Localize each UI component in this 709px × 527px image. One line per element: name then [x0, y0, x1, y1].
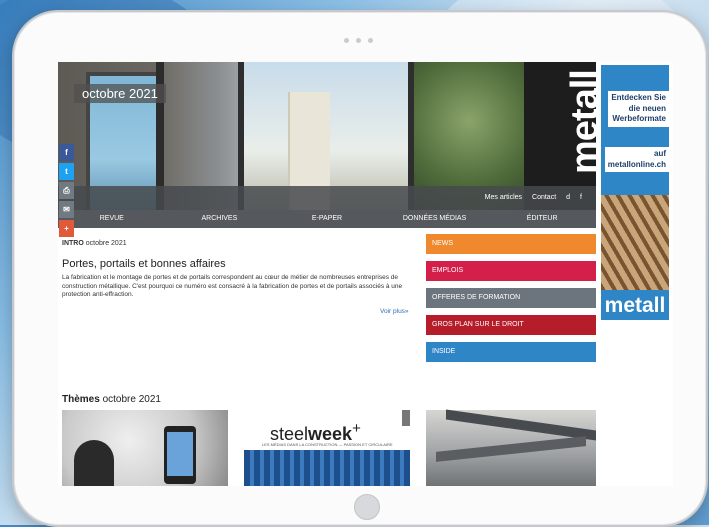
nav-item-archives[interactable]: ARCHIVES [166, 210, 274, 228]
article-summary: La fabrication et le montage de portes e… [62, 274, 403, 298]
plus-icon[interactable]: + [59, 220, 74, 237]
metall-logo[interactable]: metall [564, 70, 596, 174]
menu-training[interactable]: OFFERES DE FORMATION [426, 288, 596, 308]
read-more-link[interactable]: Voir plus» [380, 308, 409, 315]
ad-brand-logo: metall [601, 291, 669, 320]
ad-text: metallonline.ch [607, 159, 666, 169]
menu-law[interactable]: GROS PLAN SUR LE DROIT [426, 315, 596, 335]
ad-text: Entdecken Sie [611, 93, 666, 102]
website-screen: metall octobre 2021 Mes articles Contact… [58, 62, 673, 486]
contact-link[interactable]: Contact [532, 194, 556, 201]
hero-banner: metall octobre 2021 Mes articles Contact… [58, 62, 596, 210]
ad-headline: Entdecken Sie die neuen Werbeformate [608, 91, 669, 127]
advertisement-banner[interactable]: Entdecken Sie die neuen Werbeformate auf… [601, 65, 669, 320]
twitter-icon[interactable]: t [59, 163, 74, 180]
theme-card-structure[interactable] [426, 409, 596, 486]
themes-date: octobre 2021 [102, 394, 161, 405]
glass-dome-image [244, 450, 410, 486]
article-title[interactable]: Portes, portails et bonnes affaires [62, 258, 226, 270]
phone-image [164, 426, 196, 484]
burglar-figure [74, 440, 114, 486]
nav-item-media-data[interactable]: DONNÉES MÉDIAS [381, 210, 489, 228]
intro-label: INTRO octobre 2021 [62, 240, 127, 247]
home-button[interactable] [354, 494, 380, 520]
theme-card-steelweek[interactable]: steelweek+ LES MÉDIAS DANS LA CONSTRUCTI… [244, 410, 410, 486]
tablet-frame: metall octobre 2021 Mes articles Contact… [12, 10, 708, 527]
mail-icon[interactable]: ✉ [59, 201, 74, 218]
menu-news[interactable]: NEWS [426, 234, 596, 254]
steelweek-part: steel [270, 424, 309, 444]
top-utility-bar: Mes articles Contact d f [58, 186, 596, 210]
ad-image [601, 195, 669, 290]
steelweek-tagline: LES MÉDIAS DANS LA CONSTRUCTION — PASSIO… [262, 442, 393, 447]
steel-beam [436, 436, 586, 462]
language-de-link[interactable]: d [566, 194, 570, 201]
ad-text: die neuen [628, 103, 666, 113]
facebook-icon[interactable]: f [59, 144, 74, 161]
language-fr-link[interactable]: f [580, 194, 582, 201]
steelweek-part: week [308, 424, 353, 444]
main-navigation: REVUE ARCHIVES E-PAPER DONNÉES MÉDIAS ÉD… [58, 210, 596, 228]
nav-item-editor[interactable]: ÉDITEUR [488, 210, 596, 228]
themes-heading: Thèmes octobre 2021 [62, 394, 161, 405]
steel-beam [446, 409, 596, 441]
ad-url: auf metallonline.ch [604, 147, 669, 172]
print-icon[interactable]: ⎙ [59, 182, 74, 199]
intro-tag: INTRO [62, 240, 84, 247]
themes-title: Thèmes [62, 394, 100, 405]
intro-date: octobre 2021 [85, 240, 127, 247]
section-menu: NEWS EMPLOIS OFFERES DE FORMATION GROS P… [426, 234, 596, 369]
steelweek-plus: + [352, 420, 361, 437]
theme-card-security[interactable] [62, 410, 228, 486]
my-articles-link[interactable]: Mes articles [485, 194, 522, 201]
issue-date-tag: octobre 2021 [74, 84, 166, 103]
card-marker [402, 410, 410, 426]
ad-text: Werbeformate [612, 114, 666, 123]
menu-jobs[interactable]: EMPLOIS [426, 261, 596, 281]
menu-inside[interactable]: INSIDE [426, 342, 596, 362]
ad-text: auf [654, 149, 666, 158]
nav-item-revue[interactable]: REVUE [58, 210, 166, 228]
nav-item-epaper[interactable]: E-PAPER [273, 210, 381, 228]
camera-dots [344, 38, 373, 43]
share-bar: f t ⎙ ✉ + [59, 144, 74, 239]
